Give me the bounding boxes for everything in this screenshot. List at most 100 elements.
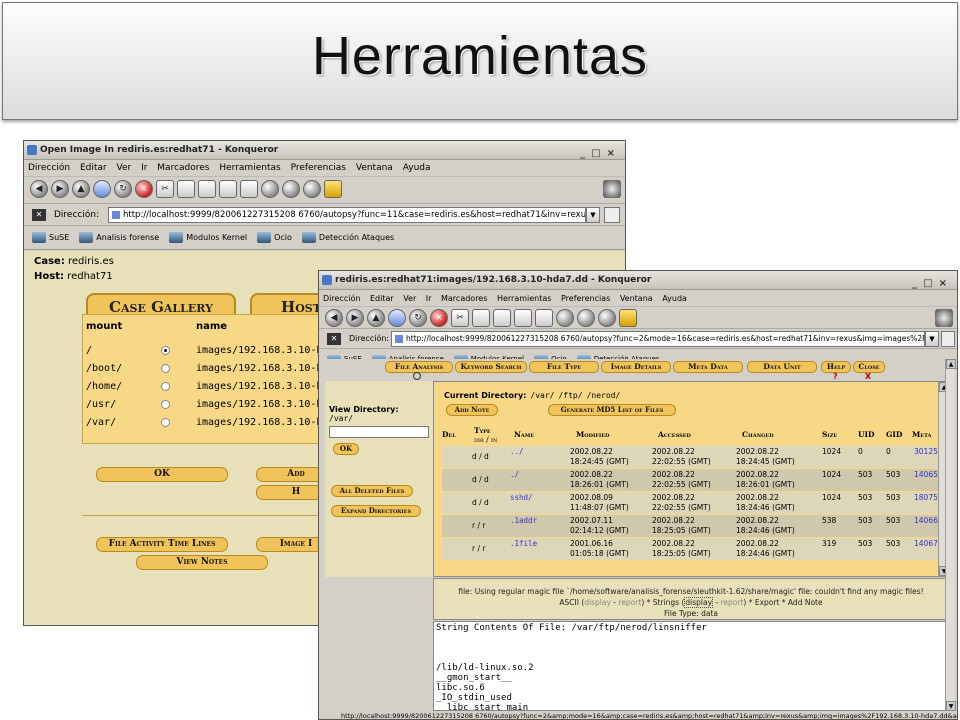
menu-ayuda[interactable]: Ayuda — [662, 294, 687, 303]
clear-location-icon[interactable]: ✕ — [327, 333, 341, 345]
file-activity-button[interactable]: File Activity Time Lines — [96, 537, 228, 552]
cell-name[interactable]: ./ — [510, 470, 519, 480]
view-directory-input[interactable] — [329, 426, 429, 438]
go-icon[interactable] — [941, 331, 955, 347]
all-deleted-files-button[interactable]: All Deleted Files — [331, 485, 413, 497]
tab-data-unit[interactable]: Data Unit — [747, 361, 817, 373]
image-radio[interactable] — [161, 418, 170, 427]
menu-direccion[interactable]: Dirección — [323, 294, 360, 303]
window-titlebar[interactable]: Open Image In rediris.es:redhat71 - Konq… — [24, 141, 625, 160]
menu-editar[interactable]: Editar — [370, 294, 394, 303]
zoom-in-icon[interactable] — [282, 180, 300, 198]
menu-ver[interactable]: Ver — [403, 294, 416, 303]
window-controls[interactable]: _□× — [912, 274, 953, 293]
menu-ventana[interactable]: Ventana — [356, 163, 393, 173]
tab-image-details[interactable]: Image Details — [601, 361, 671, 373]
cell-meta[interactable]: 18075 — [914, 493, 938, 503]
window-titlebar[interactable]: rediris.es:redhat71:images/192.168.3.10-… — [319, 271, 957, 290]
view-notes-button[interactable]: View Notes — [136, 555, 268, 570]
zoom-fit-icon[interactable] — [556, 309, 574, 327]
table-row[interactable]: d / d ./ 2002.08.22 18:26:01 (GMT) 2002.… — [442, 469, 944, 491]
col-name[interactable]: Name — [514, 430, 534, 439]
close-icon[interactable]: X — [865, 372, 871, 381]
add-note-button[interactable]: Add Note — [446, 404, 498, 416]
cell-meta[interactable]: 14067 — [914, 539, 938, 549]
forward-icon[interactable]: ▶ — [346, 309, 364, 327]
home-icon[interactable] — [93, 180, 111, 198]
col-del[interactable]: Del — [442, 430, 456, 439]
bookmark-deteccion-ataques[interactable]: Detección Ataques — [301, 226, 394, 250]
image-radio[interactable] — [161, 346, 170, 355]
bookmark-modulos-kernel[interactable]: Modulos Kernel — [169, 226, 247, 250]
generate-md5-button[interactable]: Generate MD5 List of Files — [548, 404, 676, 416]
paste-icon[interactable] — [493, 309, 511, 327]
stop-icon[interactable]: × — [430, 309, 448, 327]
reload-icon[interactable]: ↻ — [409, 309, 427, 327]
url-history-dropdown[interactable]: ▼ — [925, 331, 939, 347]
expand-directories-button[interactable]: Expand Directories — [331, 505, 421, 517]
col-accessed[interactable]: Accessed — [658, 430, 691, 439]
col-modified[interactable]: Modified — [576, 430, 609, 439]
forward-icon[interactable]: ▶ — [51, 180, 69, 198]
col-changed[interactable]: Changed — [742, 430, 774, 439]
path-ftp[interactable]: /ftp/ — [558, 391, 582, 400]
menu-herramientas[interactable]: Herramientas — [219, 163, 280, 173]
copy-icon[interactable] — [472, 309, 490, 327]
menu-preferencias[interactable]: Preferencias — [561, 294, 610, 303]
export-add-note-links[interactable]: ) * Export * Add Note — [743, 598, 822, 607]
clear-location-icon[interactable]: ✕ — [32, 209, 46, 221]
menu-direccion[interactable]: Dirección — [28, 163, 70, 173]
tab-file-analysis[interactable]: File Analysis — [385, 361, 453, 373]
menu-ver[interactable]: Ver — [116, 163, 131, 173]
image-radio[interactable] — [161, 382, 170, 391]
cell-meta[interactable]: 14066 — [914, 516, 938, 526]
menu-ir[interactable]: Ir — [426, 294, 432, 303]
window-controls[interactable]: _□× — [580, 144, 621, 163]
col-type[interactable]: Type — [474, 426, 491, 435]
cell-meta[interactable]: 14065 — [914, 470, 938, 480]
ok-button[interactable]: OK — [96, 467, 228, 482]
scroll-down-icon[interactable]: ▼ — [946, 701, 956, 711]
col-meta[interactable]: Meta — [912, 430, 931, 439]
menu-herramientas[interactable]: Herramientas — [497, 294, 552, 303]
ascii-report-link[interactable]: report — [618, 598, 641, 607]
tab-file-type[interactable]: File Type — [529, 361, 599, 373]
url-input[interactable]: http://localhost:9999/820061227315208 67… — [391, 331, 925, 347]
zoom-fit-icon[interactable] — [261, 180, 279, 198]
cut-icon[interactable]: ✂ — [156, 180, 174, 198]
path-var[interactable]: /var/ — [530, 391, 554, 400]
menu-ventana[interactable]: Ventana — [620, 294, 653, 303]
strings-report-link[interactable]: report — [721, 598, 744, 607]
go-icon[interactable] — [604, 207, 620, 223]
bookmark-analisis-forense[interactable]: Analisis forense — [79, 226, 159, 250]
security-lock-icon[interactable] — [619, 309, 637, 327]
cell-name[interactable]: ../ — [510, 447, 524, 457]
print-icon[interactable] — [219, 180, 237, 198]
up-icon[interactable]: ▲ — [367, 309, 385, 327]
cell-name[interactable]: sshd/ — [510, 493, 533, 503]
menu-marcadores[interactable]: Marcadores — [441, 294, 487, 303]
back-icon[interactable]: ◀ — [30, 180, 48, 198]
menu-editar[interactable]: Editar — [80, 163, 107, 173]
up-icon[interactable]: ▲ — [72, 180, 90, 198]
zoom-in-icon[interactable] — [577, 309, 595, 327]
path-nerod[interactable]: /nerod/ — [587, 391, 621, 400]
col-size[interactable]: Size — [822, 430, 837, 439]
ok-button[interactable]: OK — [333, 443, 359, 455]
table-row[interactable]: r / r .1addr 2002.07.11 02:14:12 (GMT) 2… — [442, 515, 944, 537]
table-row[interactable]: d / d sshd/ 2002.08.09 11:48:07 (GMT) 20… — [442, 492, 944, 514]
tab-meta-data[interactable]: Meta Data — [673, 361, 743, 373]
scroll-up-icon[interactable]: ▲ — [946, 359, 956, 369]
security-lock-icon[interactable] — [324, 180, 342, 198]
copy-icon[interactable] — [177, 180, 195, 198]
back-icon[interactable]: ◀ — [325, 309, 343, 327]
menu-marcadores[interactable]: Marcadores — [157, 163, 209, 173]
col-uid[interactable]: UID — [858, 430, 875, 439]
reload-icon[interactable]: ↻ — [114, 180, 132, 198]
cell-name[interactable]: .1addr — [510, 516, 537, 526]
bookmark-suse[interactable]: SuSE — [32, 226, 69, 250]
strings-display-link[interactable]: display — [684, 597, 714, 608]
ascii-display-link[interactable]: display — [584, 598, 611, 607]
menu-ir[interactable]: Ir — [141, 163, 147, 173]
cell-name[interactable]: .1file — [510, 539, 537, 549]
